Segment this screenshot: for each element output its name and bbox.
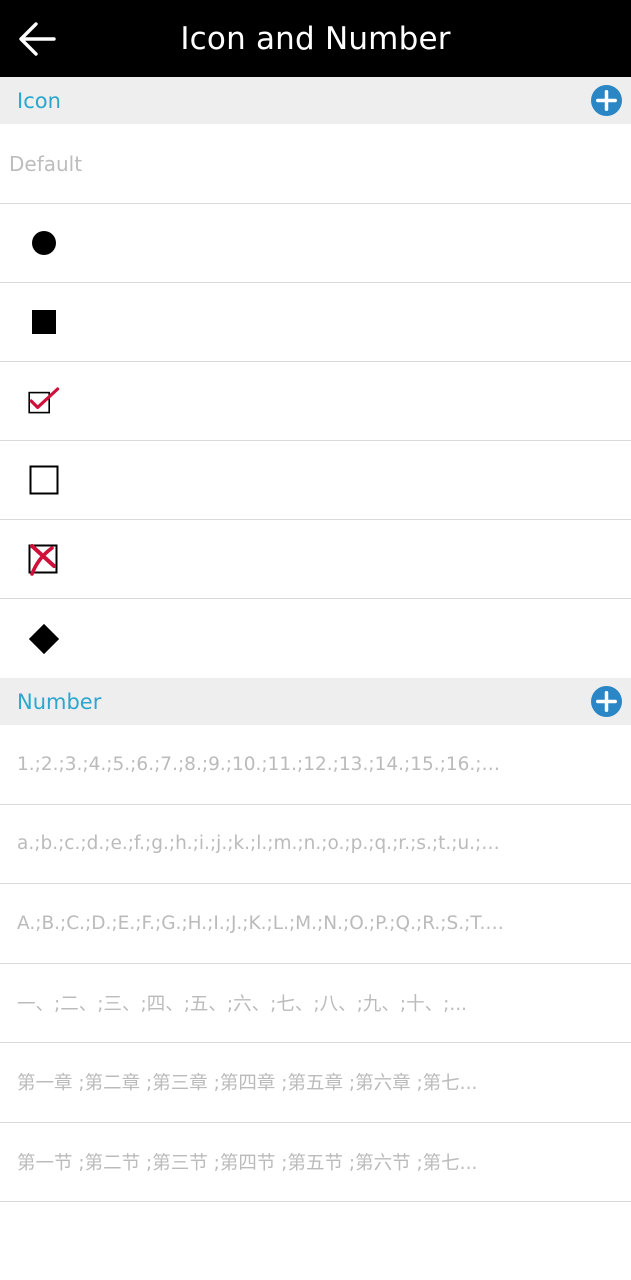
number-format-label: A.;B.;C.;D.;E.;F.;G.;H.;I.;J.;K.;L.;M.;N…	[17, 912, 507, 934]
add-icon-button[interactable]	[591, 85, 622, 116]
black-circle-icon	[32, 231, 56, 255]
number-option-upper-alpha[interactable]: A.;B.;C.;D.;E.;F.;G.;H.;I.;J.;K.;L.;M.;N…	[0, 884, 631, 964]
icon-option-checked-box[interactable]	[0, 362, 631, 441]
icon-option-empty-box[interactable]	[0, 441, 631, 520]
number-format-label: a.;b.;c.;d.;e.;f.;g.;h.;i.;j.;k.;l.;m.;n…	[17, 833, 507, 855]
number-section-header: Number	[0, 678, 631, 725]
icon-number-screen: Icon and Number Icon Default Number 1.;2…	[0, 0, 631, 1280]
checked-box-icon	[28, 387, 60, 414]
number-format-label: 第一节 ;第二节 ;第三节 ;第四节 ;第五节 ;第六节 ;第七...	[17, 1152, 478, 1174]
icon-section-header: Icon	[0, 77, 631, 124]
back-button[interactable]	[16, 18, 58, 60]
number-format-label: 1.;2.;3.;4.;5.;6.;7.;8.;9.;10.;11.;12.;1…	[17, 753, 507, 775]
number-list: 1.;2.;3.;4.;5.;6.;7.;8.;9.;10.;11.;12.;1…	[0, 725, 631, 1202]
number-option-arabic[interactable]: 1.;2.;3.;4.;5.;6.;7.;8.;9.;10.;11.;12.;1…	[0, 725, 631, 805]
number-format-label: 一、;二、;三、;四、;五、;六、;七、;八、;九、;十、;...	[17, 993, 467, 1015]
number-option-chapter[interactable]: 第一章 ;第二章 ;第三章 ;第四章 ;第五章 ;第六章 ;第七...	[0, 1043, 631, 1123]
icon-option-default[interactable]: Default	[0, 124, 631, 204]
default-label: Default	[9, 151, 83, 176]
icon-list: Default	[0, 124, 631, 678]
number-format-label: 第一章 ;第二章 ;第三章 ;第四章 ;第五章 ;第六章 ;第七...	[17, 1073, 478, 1095]
crossed-box-icon	[28, 544, 58, 576]
black-square-icon	[32, 310, 56, 334]
icon-option-circle[interactable]	[0, 204, 631, 283]
top-bar: Icon and Number	[0, 0, 631, 77]
empty-box-icon	[29, 465, 59, 495]
number-option-lower-alpha[interactable]: a.;b.;c.;d.;e.;f.;g.;h.;i.;j.;k.;l.;m.;n…	[0, 804, 631, 884]
icon-option-diamond[interactable]	[0, 599, 631, 678]
icon-option-square[interactable]	[0, 283, 631, 362]
icon-option-crossed-box[interactable]	[0, 520, 631, 599]
arrow-left-icon	[19, 22, 56, 56]
number-section-label: Number	[17, 689, 102, 714]
icon-section-label: Icon	[17, 88, 61, 113]
number-option-section[interactable]: 第一节 ;第二节 ;第三节 ;第四节 ;第五节 ;第六节 ;第七...	[0, 1122, 631, 1202]
add-number-button[interactable]	[591, 686, 622, 717]
number-option-chinese[interactable]: 一、;二、;三、;四、;五、;六、;七、;八、;九、;十、;...	[0, 963, 631, 1043]
page-title: Icon and Number	[180, 20, 451, 57]
black-diamond-icon	[28, 623, 60, 654]
